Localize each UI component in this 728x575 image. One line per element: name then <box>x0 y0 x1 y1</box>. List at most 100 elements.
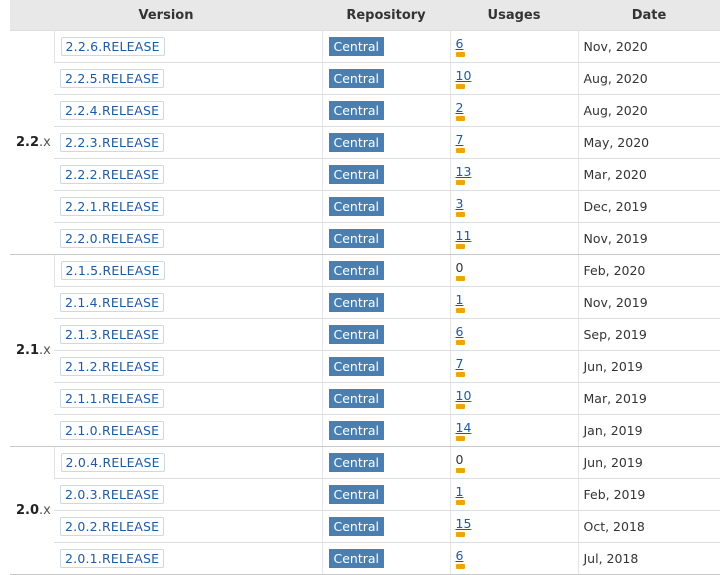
repository-badge[interactable]: Central <box>328 325 385 344</box>
repository-badge[interactable]: Central <box>328 389 385 408</box>
group-major-minor: 2.0 <box>16 503 40 518</box>
repository-badge[interactable]: Central <box>328 101 385 120</box>
usages-link[interactable]: 15 <box>456 516 578 531</box>
table-row: 2.2.4.RELEASE Central 2 Aug, 2020 <box>10 94 720 127</box>
version-cell: 2.1.4.RELEASE <box>54 286 322 319</box>
date-cell: Dec, 2019 <box>577 190 720 223</box>
usages-link[interactable]: 6 <box>456 324 578 339</box>
repository-cell: Central <box>321 414 450 447</box>
repository-cell: Central <box>321 478 450 511</box>
usages-link[interactable]: 2 <box>456 100 578 115</box>
usages-link[interactable]: 6 <box>456 36 578 51</box>
version-header: Version <box>10 0 322 31</box>
version-link[interactable]: 2.2.0.RELEASE <box>60 229 165 248</box>
date-cell: Nov, 2019 <box>577 222 720 255</box>
usages-cell: 0 <box>449 446 578 479</box>
repository-badge[interactable]: Central <box>328 229 385 248</box>
repository-cell: Central <box>321 286 450 319</box>
date-cell: Mar, 2019 <box>577 382 720 415</box>
usages-header: Usages <box>450 0 578 31</box>
repository-cell: Central <box>321 542 450 575</box>
date-cell: Aug, 2020 <box>577 94 720 127</box>
usage-bar-icon <box>455 371 465 377</box>
repository-badge[interactable]: Central <box>328 357 385 376</box>
date-header: Date <box>578 0 720 31</box>
version-link[interactable]: 2.0.4.RELEASE <box>60 453 165 472</box>
table-row: 2.2.2.RELEASE Central 13 Mar, 2020 <box>10 158 720 191</box>
repository-badge[interactable]: Central <box>328 133 385 152</box>
table-row: 2.1.3.RELEASE Central 6 Sep, 2019 <box>10 318 720 351</box>
version-link[interactable]: 2.1.4.RELEASE <box>60 293 165 312</box>
version-link[interactable]: 2.0.3.RELEASE <box>60 485 165 504</box>
version-link[interactable]: 2.2.5.RELEASE <box>60 69 165 88</box>
usages-cell: 0 <box>449 254 578 287</box>
repository-badge[interactable]: Central <box>328 261 385 280</box>
version-link[interactable]: 2.2.3.RELEASE <box>60 133 165 152</box>
usages-cell: 10 <box>449 62 578 95</box>
version-link[interactable]: 2.0.2.RELEASE <box>60 517 165 536</box>
usage-bar-icon <box>455 243 465 249</box>
date-cell: Aug, 2020 <box>577 62 720 95</box>
version-link[interactable]: 2.1.3.RELEASE <box>60 325 165 344</box>
table-row: 2.0.3.RELEASE Central 1 Feb, 2019 <box>10 478 720 511</box>
version-link[interactable]: 2.1.5.RELEASE <box>60 261 165 280</box>
version-cell: 2.2.4.RELEASE <box>54 94 322 127</box>
usage-bar-icon <box>455 531 465 537</box>
version-link[interactable]: 2.2.4.RELEASE <box>60 101 165 120</box>
usages-link[interactable]: 10 <box>456 68 578 83</box>
version-link[interactable]: 2.2.1.RELEASE <box>60 197 165 216</box>
repository-cell: Central <box>321 510 450 543</box>
usage-bar-icon <box>455 499 465 505</box>
repository-badge[interactable]: Central <box>328 37 385 56</box>
repository-badge[interactable]: Central <box>328 165 385 184</box>
usage-bar-icon <box>455 83 465 89</box>
version-cell: 2.2.2.RELEASE <box>54 158 322 191</box>
version-cell: 2.1.1.RELEASE <box>54 382 322 415</box>
repository-cell: Central <box>321 126 450 159</box>
version-cell: 2.0.3.RELEASE <box>54 478 322 511</box>
repository-badge[interactable]: Central <box>328 293 385 312</box>
usages-cell: 1 <box>449 478 578 511</box>
repository-badge[interactable]: Central <box>328 453 385 472</box>
version-group-label: 2.0.x <box>10 446 54 575</box>
repository-badge[interactable]: Central <box>328 197 385 216</box>
usages-link[interactable]: 1 <box>456 292 578 307</box>
usages-link[interactable]: 3 <box>456 196 578 211</box>
usages-link[interactable]: 6 <box>456 548 578 563</box>
usages-cell: 1 <box>449 286 578 319</box>
version-link[interactable]: 2.2.6.RELEASE <box>60 37 165 56</box>
repository-cell: Central <box>321 318 450 351</box>
usages-link[interactable]: 13 <box>456 164 578 179</box>
usage-bar-icon <box>455 307 465 313</box>
repository-badge[interactable]: Central <box>328 485 385 504</box>
version-cell: 2.0.2.RELEASE <box>54 510 322 543</box>
usages-link[interactable]: 10 <box>456 388 578 403</box>
usages-link[interactable]: 14 <box>456 420 578 435</box>
table-row: 2.0.1.RELEASE Central 6 Jul, 2018 <box>10 542 720 575</box>
version-cell: 2.2.0.RELEASE <box>54 222 322 255</box>
version-link[interactable]: 2.1.0.RELEASE <box>60 421 165 440</box>
usages-link[interactable]: 7 <box>456 132 578 147</box>
version-link[interactable]: 2.2.2.RELEASE <box>60 165 165 184</box>
version-cell: 2.2.1.RELEASE <box>54 190 322 223</box>
repository-badge[interactable]: Central <box>328 517 385 536</box>
usage-bar-icon <box>455 51 465 57</box>
version-link[interactable]: 2.0.1.RELEASE <box>60 549 165 568</box>
usages-link[interactable]: 11 <box>456 228 578 243</box>
group-major-minor: 2.2 <box>16 135 40 150</box>
usages-link[interactable]: 7 <box>456 356 578 371</box>
date-cell: Nov, 2020 <box>577 30 720 63</box>
table-row: 2.2.x 2.2.6.RELEASE Central 6 Nov, 2020 <box>10 30 720 255</box>
date-cell: Jan, 2019 <box>577 414 720 447</box>
usages-link[interactable]: 1 <box>456 484 578 499</box>
repository-badge[interactable]: Central <box>328 69 385 88</box>
version-link[interactable]: 2.1.1.RELEASE <box>60 389 165 408</box>
usages-cell: 6 <box>449 30 578 63</box>
table-row: 2.1.x 2.1.5.RELEASE Central 0 Feb, 2020 <box>10 254 720 447</box>
version-cell: 2.0.4.RELEASE <box>53 446 322 479</box>
version-link[interactable]: 2.1.2.RELEASE <box>60 357 165 376</box>
repository-badge[interactable]: Central <box>328 421 385 440</box>
date-cell: Jun, 2019 <box>577 446 720 479</box>
repository-badge[interactable]: Central <box>328 549 385 568</box>
repository-cell: Central <box>321 222 450 255</box>
